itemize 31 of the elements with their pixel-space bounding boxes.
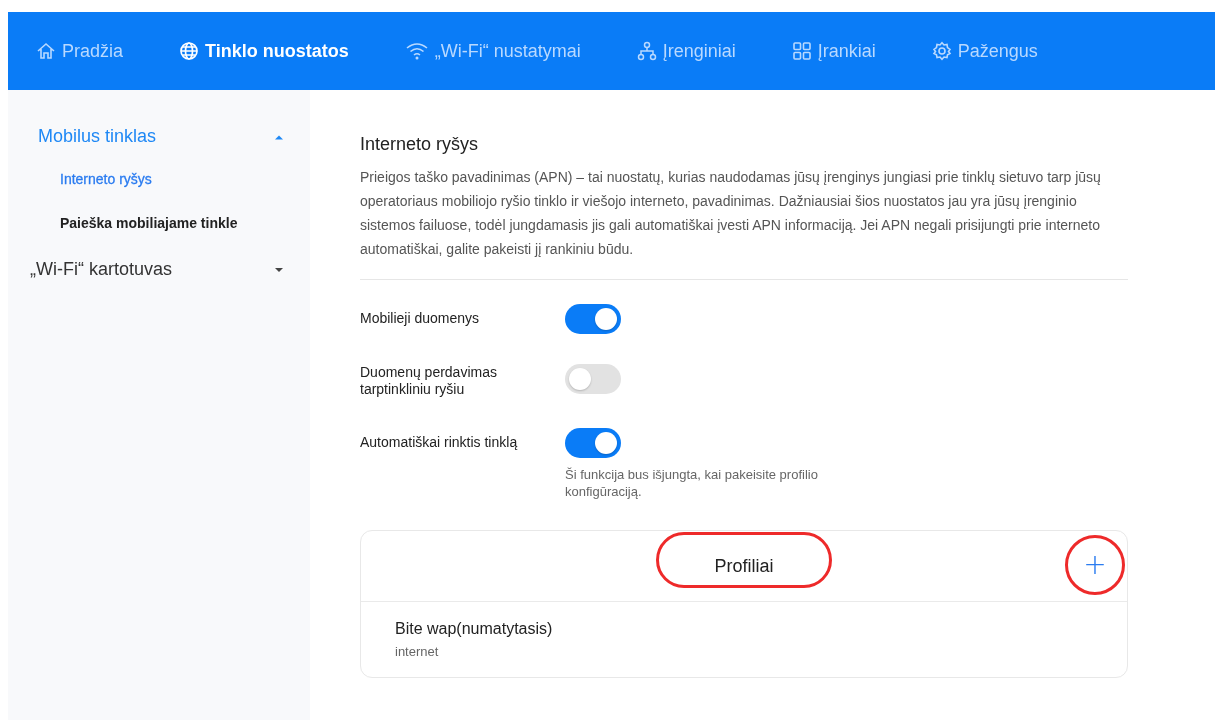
network-nodes-icon — [636, 41, 657, 61]
setting-label: Automatiškai rinktis tinklą — [360, 433, 519, 451]
nav-tab[interactable]: Pradžia — [36, 40, 124, 62]
setting-label: Duomenų perdavimas tarptinkliniu ryšiu — [360, 364, 498, 398]
nav-tab[interactable]: Tinklo nuostatos — [179, 40, 349, 62]
nav-tab[interactable]: „Wi-Fi“ nustatymai — [404, 40, 581, 62]
sidebar-item[interactable]: Interneto ryšys — [8, 157, 310, 201]
home-icon — [36, 41, 56, 61]
section-title: Interneto ryšys — [360, 134, 480, 155]
wifi-icon — [404, 41, 429, 61]
setting-note: Ši funkcija bus išjungta, kai pakeisite profilio konfigūraciją. — [565, 466, 819, 500]
profile-name: Bite wap(numatytasis) — [395, 620, 554, 638]
profiles-title: Profiliai — [714, 555, 774, 576]
toggle-switch[interactable] — [565, 428, 621, 458]
setting-label: Mobilieji duomenys — [360, 309, 481, 327]
sidebar-item[interactable]: Paieška mobiliajame tinkle — [8, 201, 310, 245]
caret-icon — [274, 266, 284, 273]
settings-icon — [931, 41, 952, 61]
caret-icon — [274, 133, 284, 140]
add-button[interactable]: + — [1083, 551, 1107, 579]
grid-icon — [791, 41, 812, 61]
nav-tab[interactable]: Įrankiai — [791, 40, 876, 62]
nav-tab[interactable]: Pažengus — [931, 40, 1038, 62]
toggle-switch[interactable] — [565, 304, 621, 334]
globe-icon — [179, 41, 200, 61]
toggle-switch[interactable] — [565, 364, 621, 394]
profile-apn: internet — [395, 644, 440, 659]
sidebar-group-item[interactable]: „Wi-Fi“ kartotuvas — [8, 249, 310, 290]
nav-tab[interactable]: Įrenginiai — [636, 40, 736, 62]
section-description: Prieigos taško pavadinimas (APN) – tai nuostatų, kurias naudodamas jūsų įrenginys jungiasi prie tinklų sietuvo tarp jūsų operatoriaus mobiliojo ryšio tinklo ir viešojo interneto, pavadinimas. Dažniausiai šios nuostatos jau yra jūsų įrenginio sistemos failuose, todėl jungdamasis jis gali automatiškai įvesti APN informaciją. Jei APN negali prisijungti prie interneto automatiškai, galite pakeisti jį rankiniu būdu. — [360, 168, 1102, 259]
sidebar-group-item[interactable]: Mobilus tinklas — [8, 120, 310, 157]
